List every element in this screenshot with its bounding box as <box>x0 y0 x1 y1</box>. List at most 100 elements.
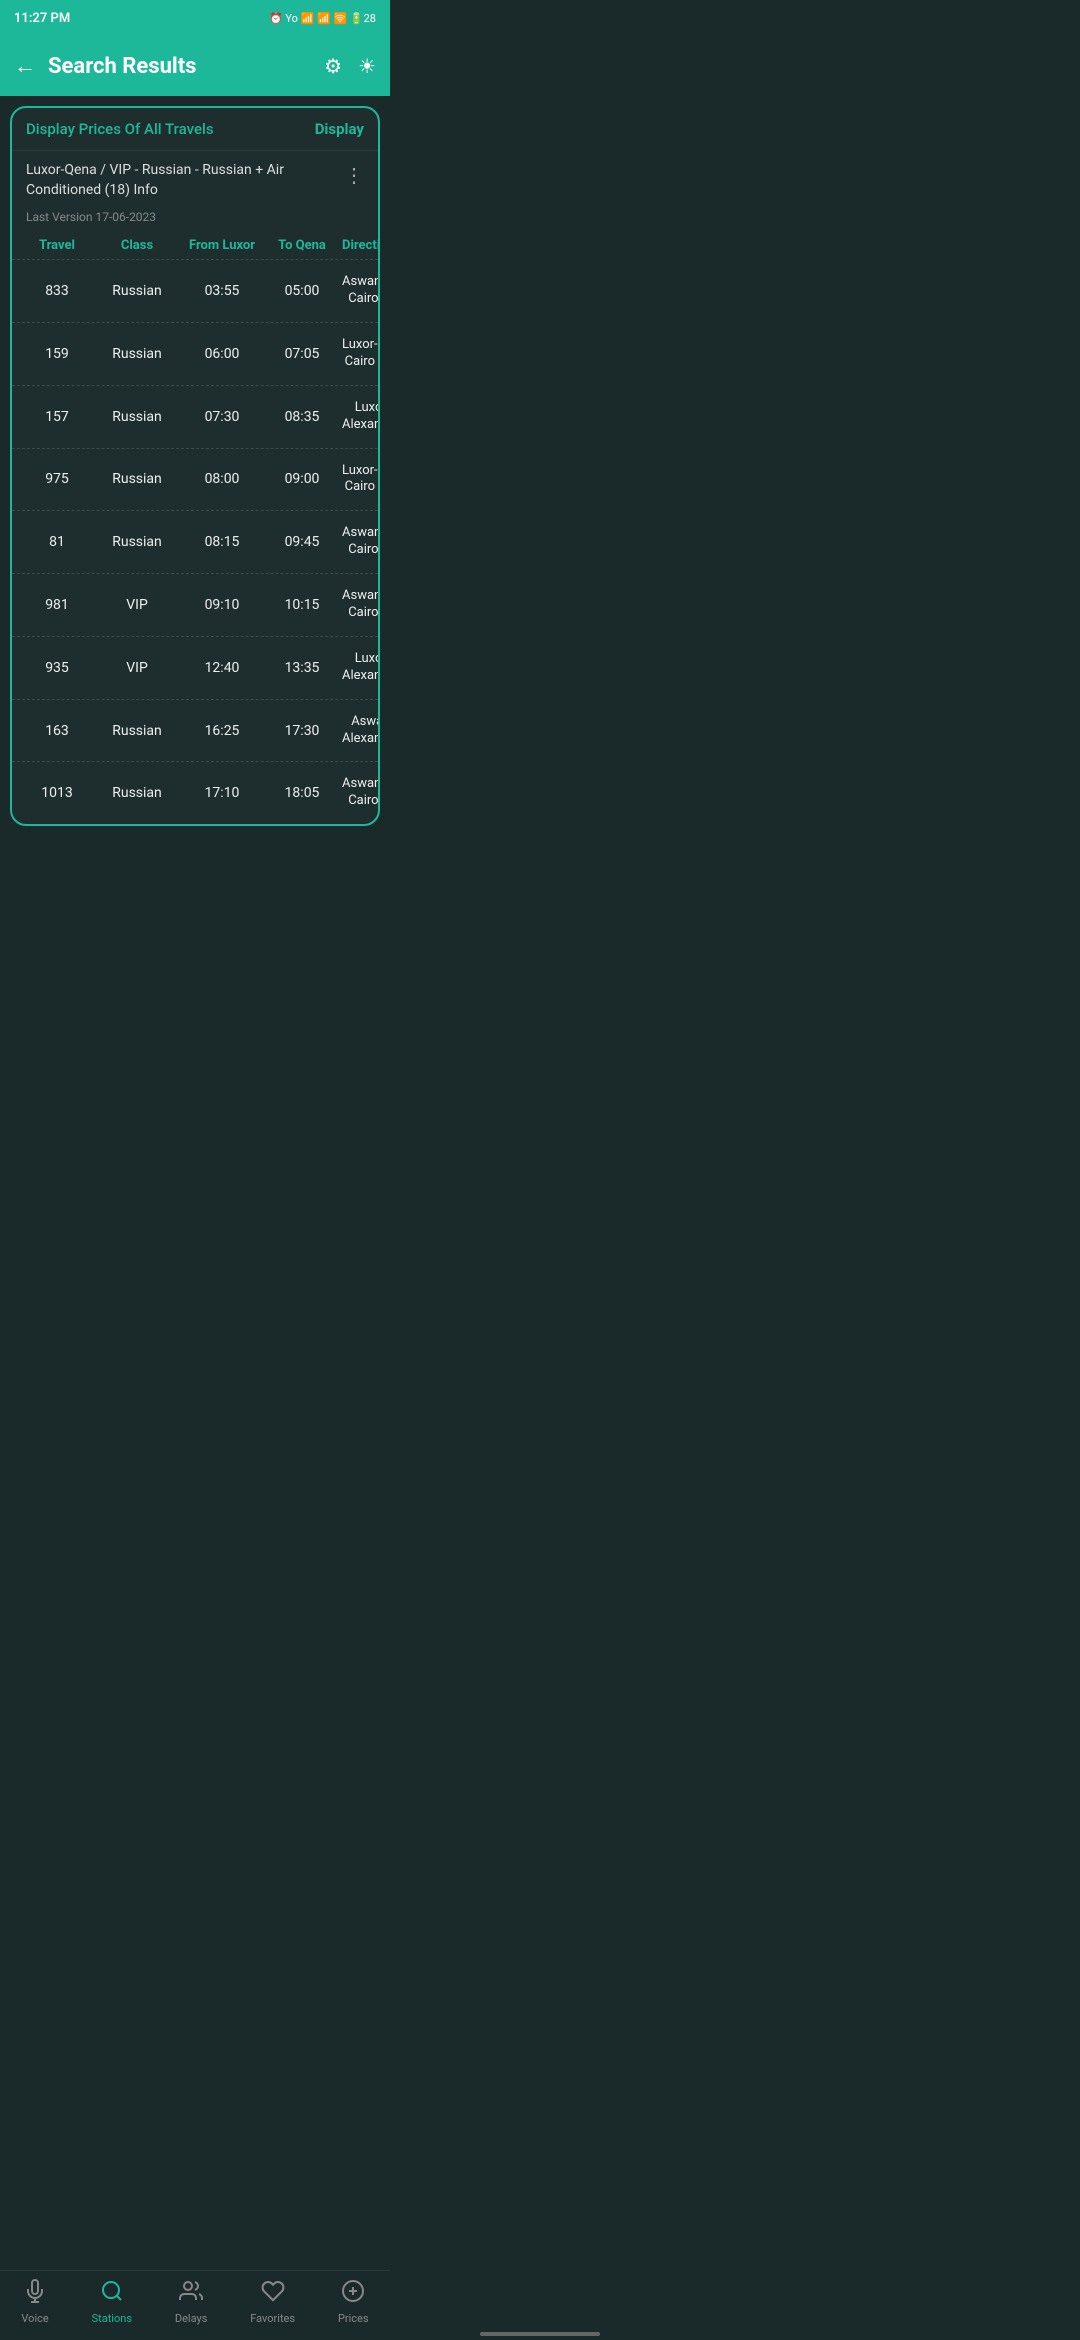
cell-to: 07:05 <box>262 346 342 362</box>
table-body: 833 Russian 03:55 05:00 Aswan-Cairo ⋮ 15… <box>12 259 378 824</box>
cell-class: Russian <box>92 346 182 362</box>
nav-item-prices[interactable]: Prices <box>338 2279 369 2325</box>
col-from: From Luxor <box>182 238 262 253</box>
voice-icon <box>23 2279 47 2309</box>
stations-label: Stations <box>92 2312 132 2325</box>
nav-item-delays[interactable]: Delays <box>175 2279 208 2325</box>
table-row[interactable]: 833 Russian 03:55 05:00 Aswan-Cairo ⋮ <box>12 259 378 322</box>
direction-text: Aswan-Cairo <box>342 776 380 810</box>
main-content: Display Prices Of All Travels Display Lu… <box>0 96 390 836</box>
cell-travel: 935 <box>22 660 92 676</box>
cell-from: 16:25 <box>182 723 262 739</box>
cell-from: 08:15 <box>182 534 262 550</box>
delays-label: Delays <box>175 2312 208 2325</box>
direction-text: Aswan-Cairo <box>342 588 380 622</box>
row-more-button[interactable]: ⋮ <box>378 468 380 491</box>
bottom-nav: Voice Stations Delays Favorites <box>0 2270 390 2340</box>
row-more-button[interactable]: ⋮ <box>378 342 380 365</box>
cell-to: 09:00 <box>262 471 342 487</box>
cell-class: VIP <box>92 597 182 613</box>
voice-label: Voice <box>21 2312 48 2325</box>
stations-icon <box>100 2279 124 2309</box>
cell-from: 17:10 <box>182 785 262 801</box>
table-row[interactable]: 157 Russian 07:30 08:35 Luxor-Alexandria… <box>12 385 378 448</box>
prices-label: Prices <box>338 2312 369 2325</box>
table-row[interactable]: 975 Russian 08:00 09:00 Luxor-Cairo ⋮ <box>12 448 378 511</box>
cell-class: VIP <box>92 660 182 676</box>
app-bar: ← Search Results ⚙ ☀ <box>0 36 390 96</box>
nav-item-voice[interactable]: Voice <box>21 2279 48 2325</box>
cell-to: 09:45 <box>262 534 342 550</box>
results-card: Display Prices Of All Travels Display Lu… <box>10 106 380 826</box>
favorites-icon <box>261 2279 285 2309</box>
cell-class: Russian <box>92 534 182 550</box>
cell-to: 10:15 <box>262 597 342 613</box>
home-indicator <box>480 2332 600 2336</box>
status-icons: ⏰ Yo 📶 📶 🛜 🔋28 <box>269 12 376 25</box>
table-row[interactable]: 935 VIP 12:40 13:35 Luxor-Alexandria ⋮ <box>12 636 378 699</box>
cell-class: Russian <box>92 723 182 739</box>
nav-item-favorites[interactable]: Favorites <box>250 2279 295 2325</box>
cell-travel: 975 <box>22 471 92 487</box>
cell-direction: Aswan-Cairo ⋮ <box>342 588 380 622</box>
col-to: To Qena <box>262 238 342 253</box>
settings-icon[interactable]: ⚙ <box>324 54 342 78</box>
theme-icon[interactable]: ☀ <box>358 54 376 78</box>
table-row[interactable]: 81 Russian 08:15 09:45 Aswan-Cairo ⋮ <box>12 510 378 573</box>
version-text: Last Version 17-06-2023 <box>12 206 378 232</box>
cell-direction: Luxor-Alexandria ⋮ <box>342 400 380 434</box>
direction-text: Luxor-Cairo <box>342 463 378 497</box>
cell-to: 05:00 <box>262 283 342 299</box>
cell-from: 03:55 <box>182 283 262 299</box>
cell-to: 17:30 <box>262 723 342 739</box>
cell-direction: Luxor-Alexandria ⋮ <box>342 651 380 685</box>
table-row[interactable]: 1013 Russian 17:10 18:05 Aswan-Cairo ⋮ <box>12 761 378 824</box>
cell-direction: Aswan-Cairo ⋮ <box>342 525 380 559</box>
cell-travel: 81 <box>22 534 92 550</box>
cell-from: 12:40 <box>182 660 262 676</box>
prices-icon <box>341 2279 365 2309</box>
col-direction: Direction <box>342 238 380 253</box>
cell-direction: Aswan-Alexandria ⋮ <box>342 714 380 748</box>
cell-from: 07:30 <box>182 409 262 425</box>
cell-direction: Aswan-Cairo ⋮ <box>342 274 380 308</box>
route-more-button[interactable]: ⋮ <box>336 163 364 187</box>
cell-from: 09:10 <box>182 597 262 613</box>
col-travel: Travel <box>22 238 92 253</box>
cell-class: Russian <box>92 283 182 299</box>
cell-to: 08:35 <box>262 409 342 425</box>
direction-text: Luxor-Alexandria <box>342 651 380 685</box>
favorites-label: Favorites <box>250 2312 295 2325</box>
back-button[interactable]: ← <box>14 53 36 79</box>
cell-direction: Aswan-Cairo ⋮ <box>342 776 380 810</box>
cell-from: 06:00 <box>182 346 262 362</box>
display-button[interactable]: Display <box>315 120 364 138</box>
cell-class: Russian <box>92 409 182 425</box>
status-time: 11:27 PM <box>14 11 70 26</box>
route-info: Luxor-Qena / VIP - Russian - Russian + A… <box>12 151 378 206</box>
cell-travel: 163 <box>22 723 92 739</box>
table-header: Travel Class From Luxor To Qena Directio… <box>12 232 378 259</box>
display-prices-label: Display Prices Of All Travels <box>26 120 214 138</box>
cell-travel: 833 <box>22 283 92 299</box>
page-title: Search Results <box>48 54 308 79</box>
signal-icons: ⏰ Yo 📶 📶 🛜 🔋28 <box>269 12 376 25</box>
delays-icon <box>179 2279 203 2309</box>
status-bar: 11:27 PM ⏰ Yo 📶 📶 🛜 🔋28 <box>0 0 390 36</box>
route-text: Luxor-Qena / VIP - Russian - Russian + A… <box>26 161 336 200</box>
table-row[interactable]: 159 Russian 06:00 07:05 Luxor-Cairo ⋮ <box>12 322 378 385</box>
direction-text: Luxor-Alexandria <box>342 400 380 434</box>
table-row[interactable]: 981 VIP 09:10 10:15 Aswan-Cairo ⋮ <box>12 573 378 636</box>
cell-class: Russian <box>92 471 182 487</box>
cell-direction: Luxor-Cairo ⋮ <box>342 463 380 497</box>
direction-text: Aswan-Cairo <box>342 274 380 308</box>
nav-item-stations[interactable]: Stations <box>92 2279 132 2325</box>
cell-class: Russian <box>92 785 182 801</box>
cell-travel: 981 <box>22 597 92 613</box>
direction-text: Aswan-Alexandria <box>342 714 380 748</box>
cell-from: 08:00 <box>182 471 262 487</box>
col-class: Class <box>92 238 182 253</box>
table-row[interactable]: 163 Russian 16:25 17:30 Aswan-Alexandria… <box>12 699 378 762</box>
direction-text: Aswan-Cairo <box>342 525 380 559</box>
display-prices-row: Display Prices Of All Travels Display <box>12 108 378 151</box>
